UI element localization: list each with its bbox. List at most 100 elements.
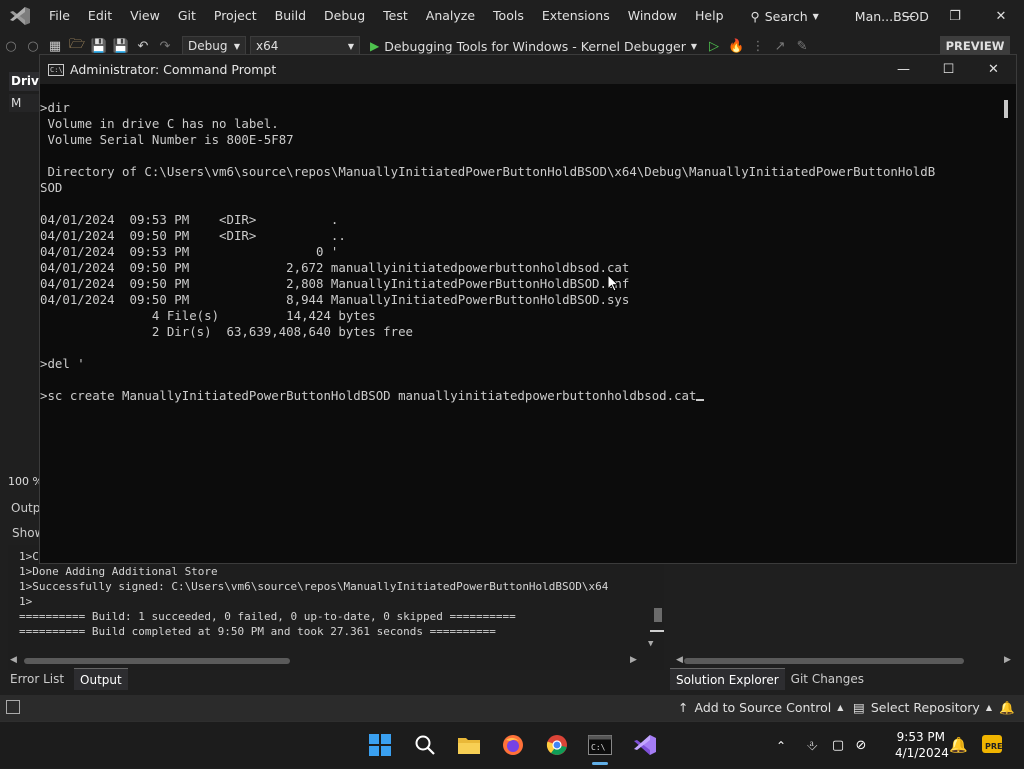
add-to-source-control-button[interactable]: ↑ Add to Source Control ▲	[678, 695, 843, 721]
menu-git[interactable]: Git	[169, 0, 205, 32]
notification-bell-icon[interactable]: 🔔	[949, 736, 968, 754]
menu-window[interactable]: Window	[619, 0, 686, 32]
console-line: 04/01/2024 09:53 PM 0 '	[40, 244, 339, 259]
configuration-value: Debug	[188, 39, 228, 53]
search-label: Search	[764, 8, 808, 24]
minimize-icon[interactable]: —	[881, 55, 926, 84]
network-icon[interactable]: ⎀	[798, 738, 826, 754]
console-line: 04/01/2024 09:50 PM <DIR> ..	[40, 228, 346, 243]
start-debugging-button[interactable]: ▶ Debugging Tools for Windows - Kernel D…	[370, 39, 697, 54]
scroll-thumb[interactable]	[24, 658, 290, 664]
maximize-icon[interactable]: ☐	[926, 55, 971, 84]
cmd-title: Administrator: Command Prompt	[70, 62, 277, 77]
display-icon[interactable]: ▢	[826, 738, 850, 753]
chevron-up-icon[interactable]: ⌃	[770, 739, 792, 753]
window-controls: — ❐ ✕	[886, 0, 1024, 32]
console-line: Directory of C:\Users\vm6\source\repos\M…	[40, 164, 936, 179]
terminal-icon[interactable]: C:\	[585, 730, 615, 760]
console-line: 2 Dir(s) 63,639,408,640 bytes free	[40, 324, 413, 339]
tab-output[interactable]: Output	[74, 668, 128, 690]
output-line: 1>Done Adding Additional Store	[19, 565, 218, 578]
menu-tools[interactable]: Tools	[484, 0, 533, 32]
bottom-tabs: Error List Output	[0, 668, 128, 690]
restore-icon[interactable]: ❐	[932, 0, 978, 32]
visual-studio-icon[interactable]	[630, 730, 660, 760]
platform-dropdown[interactable]: x64 ▼	[250, 36, 360, 56]
menu-test[interactable]: Test	[374, 0, 417, 32]
status-bar: ↑ Add to Source Control ▲ ▤ Select Repos…	[0, 695, 1024, 721]
cmd-console-output[interactable]: >dir Volume in drive C has no label. Vol…	[40, 84, 1000, 564]
close-icon[interactable]: ✕	[971, 55, 1016, 84]
chevron-down-icon: ▼	[690, 41, 698, 51]
menu-help[interactable]: Help	[686, 0, 733, 32]
output-line: 1>Successfully signed: C:\Users\vm6\sour…	[19, 580, 609, 593]
menu-view[interactable]: View	[121, 0, 169, 32]
scroll-right-icon[interactable]: ▶	[1004, 655, 1011, 665]
current-command: >sc create ManuallyInitiatedPowerButtonH…	[40, 388, 697, 403]
output-line: 1>	[19, 595, 33, 608]
solution-explorer-scrollbar[interactable]: ◀ ▶	[676, 654, 1016, 666]
cmd-scrollbar[interactable]	[1004, 100, 1008, 118]
tab-solution-explorer[interactable]: Solution Explorer	[670, 668, 785, 690]
menu-debug[interactable]: Debug	[315, 0, 374, 32]
configuration-dropdown[interactable]: Debug ▼	[182, 36, 246, 56]
minimize-icon[interactable]: —	[886, 0, 932, 32]
search-button[interactable]: ⚲ Search ▼	[745, 9, 825, 24]
repository-label: Select Repository	[870, 700, 980, 715]
menu-file[interactable]: File	[40, 0, 79, 32]
chevron-down-icon: ▼	[347, 41, 354, 51]
vs-logo-icon	[0, 0, 40, 32]
output-line: 1>C	[19, 550, 39, 563]
menu-extensions[interactable]: Extensions	[533, 0, 619, 32]
output-line: ========== Build: 1 succeeded, 0 failed,…	[19, 610, 516, 623]
menu-bar: File Edit View Git Project Build Debug T…	[0, 0, 1024, 32]
command-prompt-window[interactable]: C:\ Administrator: Command Prompt — ☐ ✕ …	[39, 54, 1017, 564]
chevron-down-icon: ▼	[812, 11, 819, 21]
start-icon[interactable]	[365, 730, 395, 760]
scroll-thumb[interactable]	[684, 658, 964, 664]
menu-build[interactable]: Build	[266, 0, 315, 32]
tab-git-changes[interactable]: Git Changes	[785, 668, 870, 690]
notifications-bell-icon[interactable]: 🔔	[999, 695, 1015, 721]
text-cursor	[696, 399, 705, 401]
chrome-icon[interactable]	[542, 730, 572, 760]
copilot-icon[interactable]: PRE	[980, 732, 1004, 760]
chevron-down-icon: ▼	[233, 41, 240, 51]
zoom-level[interactable]: 100 %	[8, 475, 43, 488]
search-icon[interactable]	[410, 730, 440, 760]
console-input-line[interactable]: >sc create ManuallyInitiatedPowerButtonH…	[40, 388, 705, 404]
scroll-left-icon[interactable]: ◀	[10, 655, 17, 665]
firefox-icon[interactable]	[498, 730, 528, 760]
volume-icon[interactable]: ⊘	[850, 738, 872, 753]
menu-project[interactable]: Project	[205, 0, 266, 32]
tab-error-list[interactable]: Error List	[4, 668, 70, 690]
play-icon: ▶	[370, 39, 380, 53]
scroll-marker	[650, 630, 664, 632]
active-app-indicator	[592, 762, 608, 765]
cmd-title-bar[interactable]: C:\ Administrator: Command Prompt — ☐ ✕	[40, 55, 1016, 84]
scroll-left-icon[interactable]: ◀	[676, 655, 683, 665]
output-horizontal-scrollbar[interactable]: ◀ ▶	[8, 654, 640, 666]
left-panel-item[interactable]: M	[9, 94, 40, 112]
back-icon[interactable]: ○	[0, 35, 22, 57]
scroll-right-icon[interactable]: ▶	[630, 655, 637, 665]
arrow-up-icon: ↑	[678, 700, 689, 715]
file-explorer-icon[interactable]	[454, 730, 484, 760]
menu-analyze[interactable]: Analyze	[417, 0, 484, 32]
close-icon[interactable]: ✕	[978, 0, 1024, 32]
driver-tab[interactable]: Drive	[9, 72, 40, 91]
solution-explorer-pane	[670, 565, 1024, 668]
scroll-down-icon[interactable]: ▼	[648, 639, 653, 649]
menu-edit[interactable]: Edit	[79, 0, 121, 32]
right-bottom-tabs: Solution Explorer Git Changes	[670, 668, 870, 690]
chevron-up-icon: ▲	[837, 703, 844, 712]
scroll-thumb[interactable]	[654, 608, 662, 622]
windows-taskbar: C:\ ⌃ ⎀ ▢ ⊘ 9:53 PM 4/1/2024 🔔 PRE	[0, 721, 1024, 768]
console-line: 04/01/2024 09:50 PM 8,944 ManuallyInitia…	[40, 292, 630, 307]
output-line: ========== Build completed at 9:50 PM an…	[19, 625, 496, 638]
platform-value: x64	[256, 39, 279, 53]
notification-square-icon[interactable]	[6, 700, 20, 714]
select-repository-button[interactable]: ▤ Select Repository ▲	[853, 695, 992, 721]
clock[interactable]: 9:53 PM 4/1/2024	[895, 729, 949, 761]
console-line: SOD	[40, 180, 63, 195]
